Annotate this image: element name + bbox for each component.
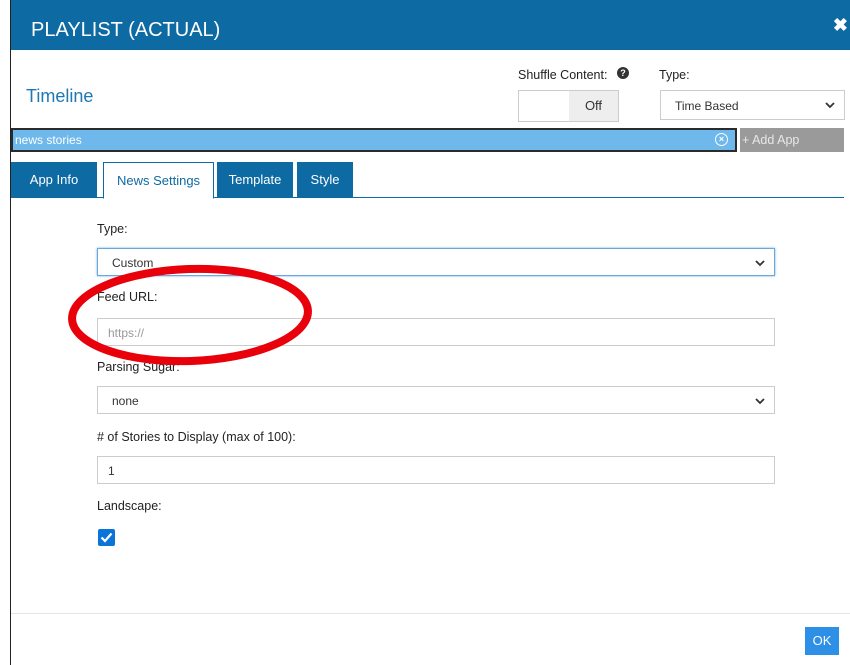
checkmark-icon xyxy=(100,532,113,543)
modal-title: PLAYLIST (ACTUAL) xyxy=(31,19,221,41)
timeline-heading: Timeline xyxy=(26,86,94,106)
shuffle-label: Shuffle Content: xyxy=(518,68,608,82)
app-search-bar[interactable]: news stories × xyxy=(11,128,737,152)
add-app-button[interactable]: + Add App xyxy=(740,128,844,152)
app-search-input[interactable]: news stories xyxy=(15,133,82,147)
stories-count-input[interactable]: 1 xyxy=(97,456,775,484)
modal-header: PLAYLIST (ACTUAL) ✖ xyxy=(11,0,850,50)
tab-style[interactable]: Style xyxy=(297,162,353,198)
shuffle-toggle-off: Off xyxy=(569,91,618,121)
landscape-label: Landscape: xyxy=(97,499,162,513)
chevron-down-icon xyxy=(825,102,835,109)
parsing-sugar-value: none xyxy=(112,394,139,408)
tab-app-info[interactable]: App Info xyxy=(11,162,97,198)
close-icon[interactable]: ✖ xyxy=(833,15,848,36)
playlist-type-label: Type: xyxy=(659,68,690,82)
playlist-type-value: Time Based xyxy=(675,99,739,113)
shuffle-toggle[interactable]: Off xyxy=(518,90,619,122)
news-type-label: Type: xyxy=(97,222,128,236)
chevron-down-icon xyxy=(755,260,765,267)
stories-count-label: # of Stories to Display (max of 100): xyxy=(97,430,296,444)
help-icon[interactable]: ? xyxy=(617,67,629,79)
tab-news-settings[interactable]: News Settings xyxy=(103,162,214,199)
red-ellipse-annotation xyxy=(68,264,312,366)
footer-divider xyxy=(11,613,850,614)
tab-template[interactable]: Template xyxy=(217,162,293,198)
playlist-type-select[interactable]: Time Based xyxy=(660,90,845,120)
ok-button[interactable]: OK xyxy=(805,627,839,655)
playlist-modal: PLAYLIST (ACTUAL) ✖ Timeline Shuffle Con… xyxy=(11,0,850,665)
clear-search-icon[interactable]: × xyxy=(715,133,728,146)
stories-count-value: 1 xyxy=(108,464,115,478)
landscape-checkbox[interactable] xyxy=(98,529,115,546)
parsing-sugar-select[interactable]: none xyxy=(97,386,775,414)
chevron-down-icon xyxy=(755,398,765,405)
